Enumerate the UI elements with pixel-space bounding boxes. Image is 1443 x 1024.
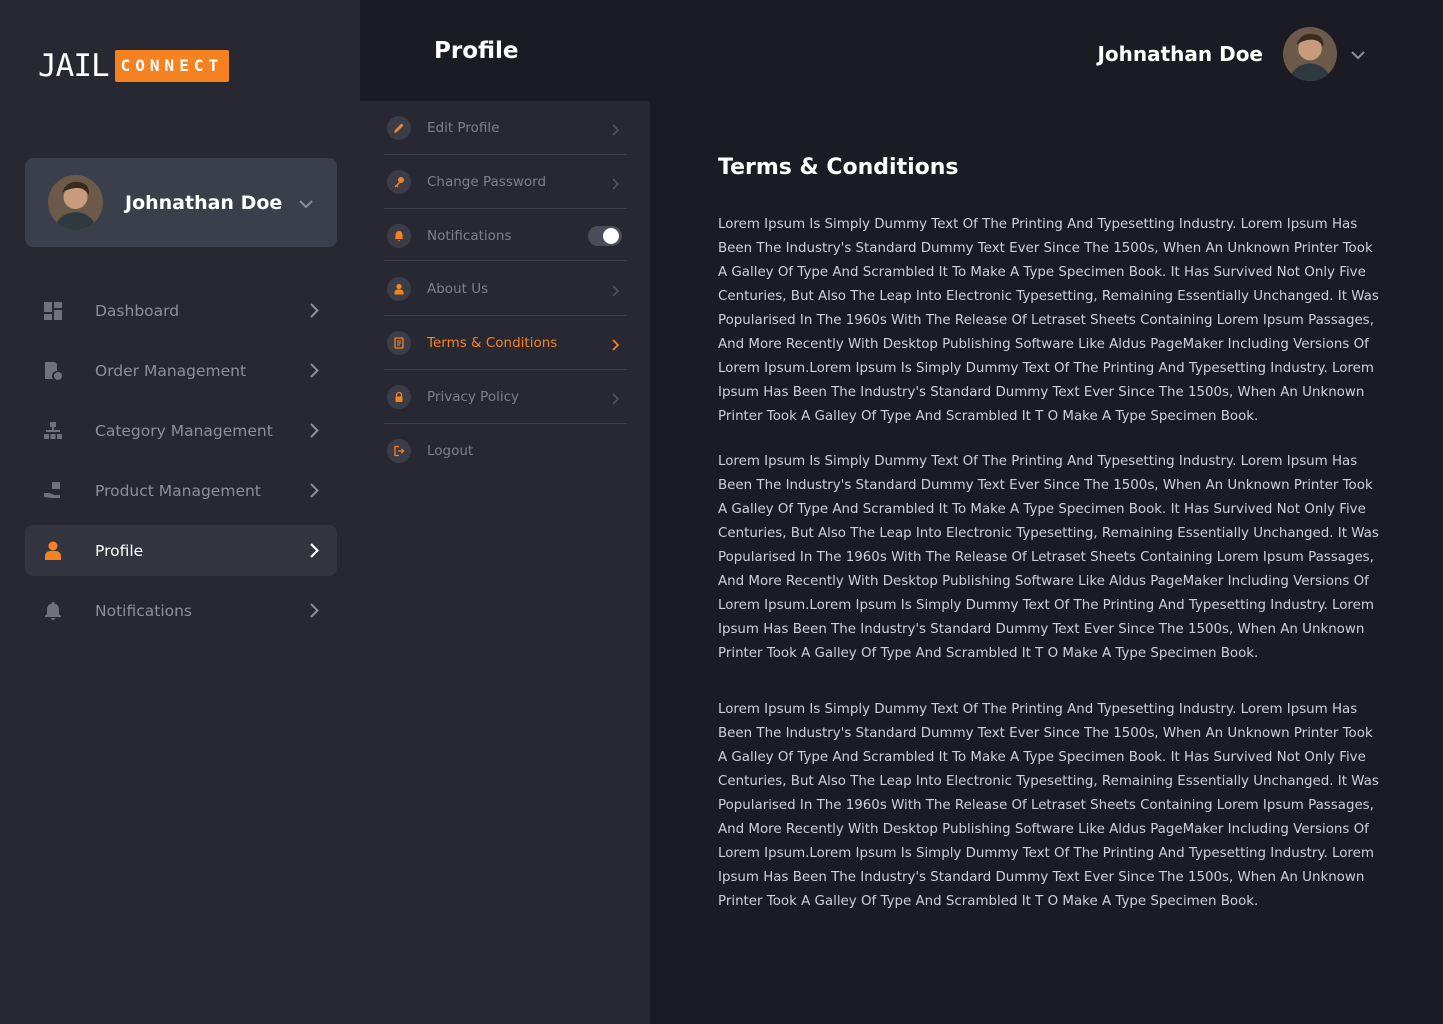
- terms-paragraph: Lorem Ipsum Is Simply Dummy Text Of The …: [718, 217, 1379, 424]
- sidebar-item-label: Profile: [95, 541, 144, 560]
- submenu-item-logout[interactable]: Logout: [384, 424, 627, 478]
- chevron-right-icon: [612, 336, 620, 355]
- submenu-item-change-password[interactable]: Change Password: [384, 155, 627, 209]
- submenu-item-about-us[interactable]: About Us: [384, 262, 627, 316]
- submenu-item-edit-profile[interactable]: Edit Profile: [384, 101, 627, 155]
- chevron-right-icon: [310, 423, 319, 442]
- sidebar: JAIL CONNECT Johnathan Doe Dashboard Ord…: [0, 0, 360, 1024]
- submenu-item-label: Change Password: [427, 174, 547, 190]
- sidebar-item-label: Product Management: [95, 481, 261, 500]
- chevron-down-icon[interactable]: [299, 194, 313, 213]
- logo-jail-text: JAIL: [38, 48, 110, 84]
- submenu-item-label: Edit Profile: [427, 120, 500, 136]
- chevron-right-icon: [612, 121, 620, 140]
- chevron-right-icon: [310, 363, 319, 382]
- avatar: [1283, 27, 1337, 81]
- chevron-right-icon: [310, 483, 319, 502]
- top-header: Profile Johnathan Doe: [360, 0, 1443, 101]
- logout-icon: [387, 439, 411, 463]
- chevron-down-icon[interactable]: [1351, 45, 1365, 64]
- bell-icon: [43, 601, 63, 621]
- sidebar-nav: Dashboard Order Management Category Mana…: [25, 285, 337, 645]
- document-icon: [387, 331, 411, 355]
- sidebar-item-product-management[interactable]: Product Management: [25, 465, 337, 516]
- terms-paragraph: Lorem Ipsum Is Simply Dummy Text Of The …: [718, 702, 1379, 909]
- terms-paragraph: Lorem Ipsum Is Simply Dummy Text Of The …: [718, 454, 1379, 661]
- sidebar-item-label: Category Management: [95, 421, 273, 440]
- terms-content: Terms & Conditions Lorem Ipsum Is Simply…: [650, 101, 1443, 1024]
- divider: [384, 260, 627, 261]
- header-user-name: Johnathan Doe: [1097, 42, 1263, 66]
- pencil-icon: [387, 116, 411, 140]
- sidebar-item-dashboard[interactable]: Dashboard: [25, 285, 337, 336]
- submenu-item-label: Terms & Conditions: [427, 335, 558, 351]
- avatar: [48, 175, 103, 230]
- logo-connect-text: CONNECT: [114, 50, 230, 82]
- sidebar-user-name: Johnathan Doe: [125, 191, 283, 214]
- chevron-right-icon: [310, 603, 319, 622]
- notifications-toggle[interactable]: [588, 226, 622, 246]
- submenu-item-notifications: Notifications: [384, 209, 627, 261]
- sidebar-item-category-management[interactable]: Category Management: [25, 405, 337, 456]
- app-logo[interactable]: JAIL CONNECT: [38, 48, 230, 84]
- user-icon: [387, 277, 411, 301]
- chevron-right-icon: [612, 282, 620, 301]
- sidebar-item-label: Notifications: [95, 601, 193, 620]
- profile-submenu: Edit Profile Change Password Notificatio…: [360, 101, 650, 1024]
- sidebar-item-label: Order Management: [95, 361, 247, 380]
- submenu-item-privacy-policy[interactable]: Privacy Policy: [384, 370, 627, 424]
- bell-icon: [387, 224, 411, 248]
- dashboard-icon: [43, 301, 63, 321]
- sidebar-item-profile[interactable]: Profile: [25, 525, 337, 576]
- chevron-right-icon: [310, 543, 320, 562]
- key-icon: [387, 170, 411, 194]
- page-title: Profile: [434, 38, 519, 64]
- sidebar-item-order-management[interactable]: Order Management: [25, 345, 337, 396]
- submenu-item-label: Logout: [427, 443, 474, 459]
- sidebar-item-notifications[interactable]: Notifications: [25, 585, 337, 636]
- category-icon: [43, 421, 63, 441]
- submenu-item-terms-conditions[interactable]: Terms & Conditions: [384, 316, 627, 370]
- toggle-knob: [603, 228, 619, 244]
- sidebar-item-label: Dashboard: [95, 301, 180, 320]
- chevron-right-icon: [612, 390, 620, 409]
- chevron-right-icon: [612, 175, 620, 194]
- submenu-item-label: Notifications: [427, 228, 512, 244]
- content-title: Terms & Conditions: [718, 155, 959, 180]
- profile-icon: [43, 541, 63, 561]
- submenu-item-label: Privacy Policy: [427, 389, 520, 405]
- product-icon: [43, 481, 63, 501]
- header-user-menu[interactable]: Johnathan Doe: [1097, 27, 1365, 81]
- chevron-right-icon: [310, 303, 319, 322]
- sidebar-user-card[interactable]: Johnathan Doe: [25, 158, 337, 247]
- submenu-item-label: About Us: [427, 281, 489, 297]
- order-icon: [43, 361, 63, 381]
- lock-icon: [387, 385, 411, 409]
